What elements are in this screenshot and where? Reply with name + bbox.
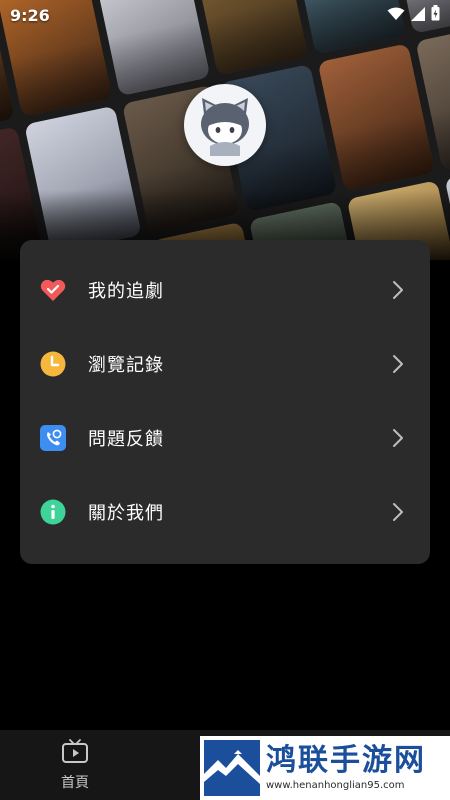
- menu-item-my-follows[interactable]: 我的追劇: [20, 253, 430, 327]
- menu-item-feedback[interactable]: 問題反饋: [20, 401, 430, 475]
- status-bar: 9:26: [0, 0, 450, 30]
- avatar[interactable]: [184, 84, 266, 166]
- drama-poster: [317, 43, 436, 192]
- chevron-right-icon: [392, 354, 404, 378]
- chevron-right-icon: [392, 428, 404, 452]
- watermark-logo-icon: [204, 740, 260, 796]
- site-watermark: 鸿联手游网 www.henanhonglian95.com: [200, 736, 450, 800]
- menu-item-history[interactable]: 瀏覽記錄: [20, 327, 430, 401]
- wifi-icon: [387, 6, 405, 25]
- menu-item-about-us[interactable]: 關於我們: [20, 475, 430, 549]
- avatar-mascot-icon: [201, 98, 249, 156]
- info-icon: [40, 499, 66, 525]
- nav-tab-home[interactable]: 首頁: [40, 730, 110, 800]
- clock-icon: [40, 351, 66, 377]
- menu-item-label: 問題反饋: [88, 429, 164, 450]
- heart-check-icon: [40, 277, 66, 303]
- profile-menu: 我的追劇 瀏覽記錄 問題反饋 關於我們: [20, 240, 430, 564]
- tv-play-icon: [61, 738, 89, 768]
- phone-feedback-icon: [40, 425, 66, 451]
- chevron-right-icon: [392, 502, 404, 526]
- chevron-right-icon: [392, 280, 404, 304]
- menu-item-label: 瀏覽記錄: [88, 355, 164, 376]
- cellular-signal-icon: [411, 6, 425, 25]
- watermark-title: 鸿联手游网: [266, 743, 426, 778]
- menu-item-label: 我的追劇: [88, 281, 164, 302]
- watermark-url: www.henanhonglian95.com: [266, 780, 405, 791]
- battery-icon: [431, 5, 440, 25]
- status-time: 9:26: [10, 5, 50, 25]
- menu-item-label: 關於我們: [88, 503, 164, 524]
- nav-tab-home-label: 首頁: [61, 775, 89, 791]
